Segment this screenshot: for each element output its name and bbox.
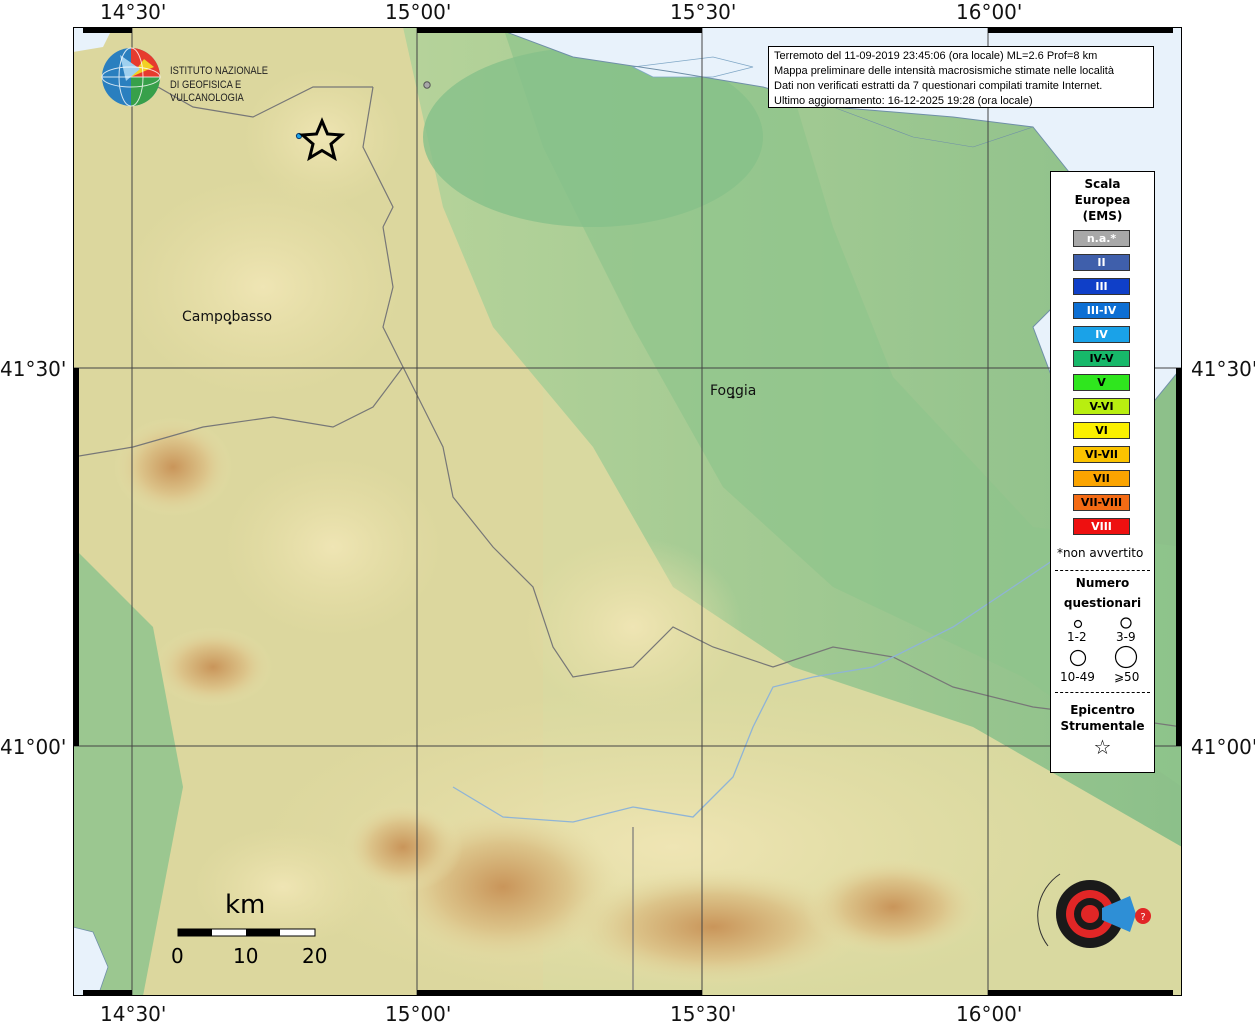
size-label-1-2: 1-2 [1067,630,1087,644]
bottom-tick-15-30: 15°30' [670,1002,737,1026]
bottom-tick-15-00: 15°00' [385,1002,452,1026]
scale-bar-ruler [177,928,316,937]
intensity-swatch-iii-iv: III-IV [1073,302,1130,319]
haisentito-logo[interactable]: ? [1030,856,1160,976]
logo-line-2: DI GEOFISICA E VULCANOLOGIA [170,79,244,104]
ingv-logo: ISTITUTO NAZIONALE DI GEOFISICA E VULCAN… [100,47,310,107]
intensity-swatch-iv-v: IV-V [1073,350,1130,367]
right-tick-41-00: 41°00' [1191,735,1255,759]
legend-panel: Scala Europea (EMS) n.a.* II III III-IV IV IV… [1050,171,1155,773]
ingv-globe-icon [101,47,161,107]
logo-line-1: ISTITUTO NAZIONALE [170,65,269,77]
intensity-swatch-vi: VI [1073,422,1130,439]
epicentre-star-icon: ☆ [1093,735,1112,759]
map-canvas[interactable] [72,26,1183,1007]
size-label-10-49: 10-49 [1060,670,1095,684]
epicentre-title-1: Epicentro [1070,703,1135,717]
scale-unit: km [225,890,266,920]
intensity-swatch-iii: III [1073,278,1130,295]
info-line-4: Ultimo aggiornamento: 16-12-2025 19:28 (… [774,95,1033,107]
svg-text:?: ? [1140,912,1145,923]
epicentre-title-2: Strumentale [1060,719,1145,733]
scale-label-10: 10 [233,944,259,968]
questionnaire-size-circles [1069,617,1138,669]
place-label-campobasso: Campobasso [182,309,273,325]
size-label-50-plus: ⩾50 [1114,670,1140,684]
left-tick-41-30: 41°30' [0,357,67,381]
scale-label-0: 0 [171,944,184,968]
questionnaire-title-1: Numero [1075,576,1130,590]
bottom-tick-14-30: 14°30' [100,1002,167,1026]
intensity-swatch-v-vi: V-VI [1073,398,1130,415]
info-line-3: Dati non verificati estratti da 7 questi… [774,80,1103,92]
legend-title-1: Scala [1084,177,1121,191]
intensity-swatch-iv: IV [1073,326,1130,343]
size-label-3-9: 3-9 [1116,630,1136,644]
size-circle-50-plus [1114,645,1138,669]
questionnaire-title-2: questionari [1063,596,1142,610]
intensity-swatch-vii-viii: VII-VIII [1073,494,1130,511]
legend-divider-2 [1055,692,1150,693]
top-tick-14-30: 14°30' [100,0,167,24]
scale-label-20: 20 [302,944,328,968]
intensity-swatch-ii: II [1073,254,1130,271]
size-circle-3-9 [1120,617,1132,629]
terrain-map [72,26,1183,1007]
intensity-swatch-vii: VII [1073,470,1130,487]
left-tick-41-00: 41°00' [0,735,67,759]
scale-bar: km 0 10 20 [171,890,335,970]
place-label-foggia: Foggia [710,383,757,399]
info-line-2: Mappa preliminare delle intensità macros… [774,65,1114,77]
intensity-swatch-vi-vii: VI-VII [1073,446,1130,463]
info-line-1: Terremoto del 11-09-2019 23:45:06 (ora l… [774,50,1098,62]
top-tick-15-00: 15°00' [385,0,452,24]
legend-title-3: (EMS) [1082,209,1123,223]
legend-title-2: Europea [1074,193,1131,207]
size-circle-1-2 [1073,619,1083,629]
top-tick-16-00: 16°00' [956,0,1023,24]
legend-divider-1 [1055,570,1150,571]
intensity-swatch-n-a: n.a.* [1073,230,1130,247]
haisentito-target-icon: ? [1037,873,1151,948]
intensity-swatch-v: V [1073,374,1130,391]
legend-note: *non avvertito [1057,546,1144,560]
top-tick-15-30: 15°30' [670,0,737,24]
event-info-box: Terremoto del 11-09-2019 23:45:06 (ora l… [768,46,1154,108]
bottom-tick-16-00: 16°00' [956,1002,1023,1026]
intensity-swatch-viii: VIII [1073,518,1130,535]
size-circle-10-49 [1069,649,1087,667]
right-tick-41-30: 41°30' [1191,357,1255,381]
